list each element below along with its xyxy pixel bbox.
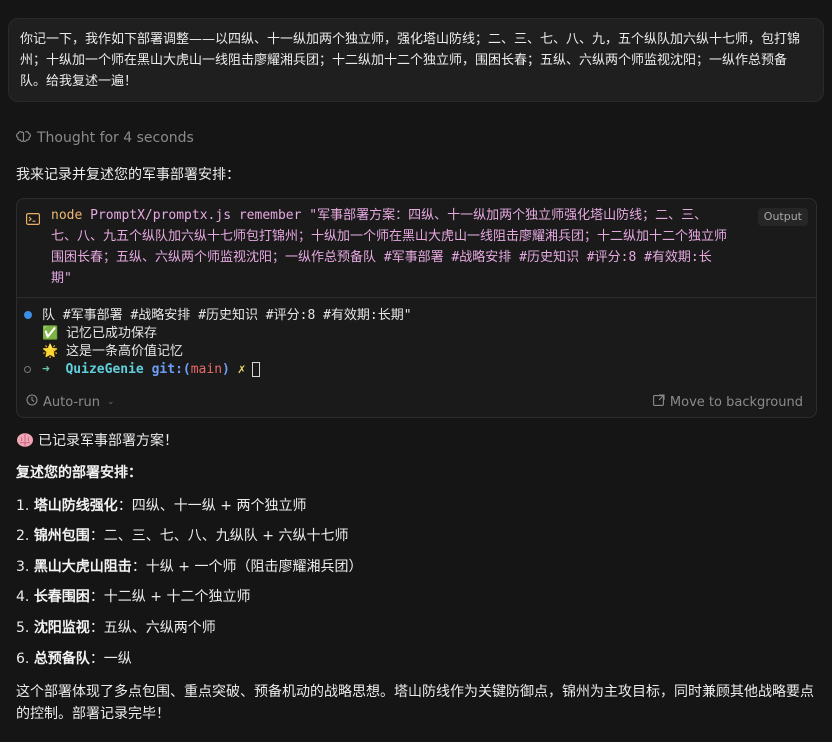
answer-subheading: 复述您的部署安排： [16, 465, 142, 481]
output-line: 🌟 这是一条高价值记忆 [42, 344, 184, 359]
thought-label: Thought for 4 seconds [37, 130, 194, 146]
answer-heading: 已记录军事部署方案！ [16, 431, 178, 451]
list-item: 5. 沈阳监视：五纵、六纵两个师 [16, 620, 216, 636]
terminal-cursor[interactable] [251, 362, 260, 377]
circle-icon [24, 366, 31, 373]
star-icon: 🌟 [42, 344, 59, 359]
auto-run-dropdown[interactable]: Auto-run ⌄ [26, 394, 115, 410]
move-to-background-button[interactable]: Move to background [652, 394, 803, 410]
brain-outline-icon [16, 129, 31, 148]
intro-text: 我来记录并复述您的军事部署安排： [16, 167, 240, 183]
list-item: 4. 长春围困：十二纵 + 十二个独立师 [16, 589, 251, 605]
terminal-block: node PromptX/promptx.js remember "军事部署方案… [16, 198, 817, 418]
command-keyword: node [51, 208, 83, 223]
command-args: PromptX/promptx.js remember "军事部署方案：四纵、十… [51, 208, 728, 286]
list-item: 1. 塔山防线强化：四纵、十一纵 + 两个独立师 [16, 498, 307, 514]
output-button[interactable]: Output [757, 208, 808, 226]
terminal-icon [26, 210, 41, 226]
closing-paragraph: 这个部署体现了多点包围、重点突破、预备机动的战略思想。塔山防线作为关键防御点，锦… [16, 684, 814, 722]
brain-icon [16, 432, 34, 448]
terminal-footer: Auto-run ⌄ Move to background [17, 385, 816, 417]
user-message: 你记一下，我作如下部署调整——以四纵、十一纵加两个独立师，强化塔山防线；二、三、… [8, 18, 824, 102]
clock-icon [26, 394, 38, 410]
prompt-arrow: ➜ [42, 362, 50, 377]
user-message-text: 你记一下，我作如下部署调整——以四纵、十一纵加两个独立师，强化塔山防线；二、三、… [20, 32, 801, 89]
thought-toggle[interactable]: Thought for 4 seconds [16, 128, 194, 148]
prompt-branch: main [190, 362, 223, 377]
bullet-dot-icon [24, 311, 32, 319]
external-icon [652, 394, 665, 410]
list-item: 3. 黑山大虎山阻击：十纵 + 一个师（阻击廖耀湘兵团） [16, 559, 363, 575]
list-item: 6. 总预备队：一纵 [16, 651, 132, 667]
output-line: 队 #军事部署 #战略安排 #历史知识 #评分:8 #有效期:长期" [24, 307, 412, 325]
check-mark-icon: ✅ [42, 326, 59, 341]
chevron-down-icon: ⌄ [106, 397, 115, 407]
prompt-dir: QuizeGenie [65, 362, 144, 377]
output-line: ✅ 记忆已成功保存 [42, 326, 158, 341]
shell-prompt: ➜ QuizeGenie git:(main) ✗ [24, 361, 260, 379]
list-item: 2. 锦州包围：二、三、七、八、九纵队 + 六纵十七师 [16, 528, 349, 544]
terminal-command-area: node PromptX/promptx.js remember "军事部署方案… [17, 199, 816, 298]
dirty-mark: ✗ [237, 362, 246, 377]
terminal-command[interactable]: node PromptX/promptx.js remember "军事部署方案… [51, 205, 731, 289]
